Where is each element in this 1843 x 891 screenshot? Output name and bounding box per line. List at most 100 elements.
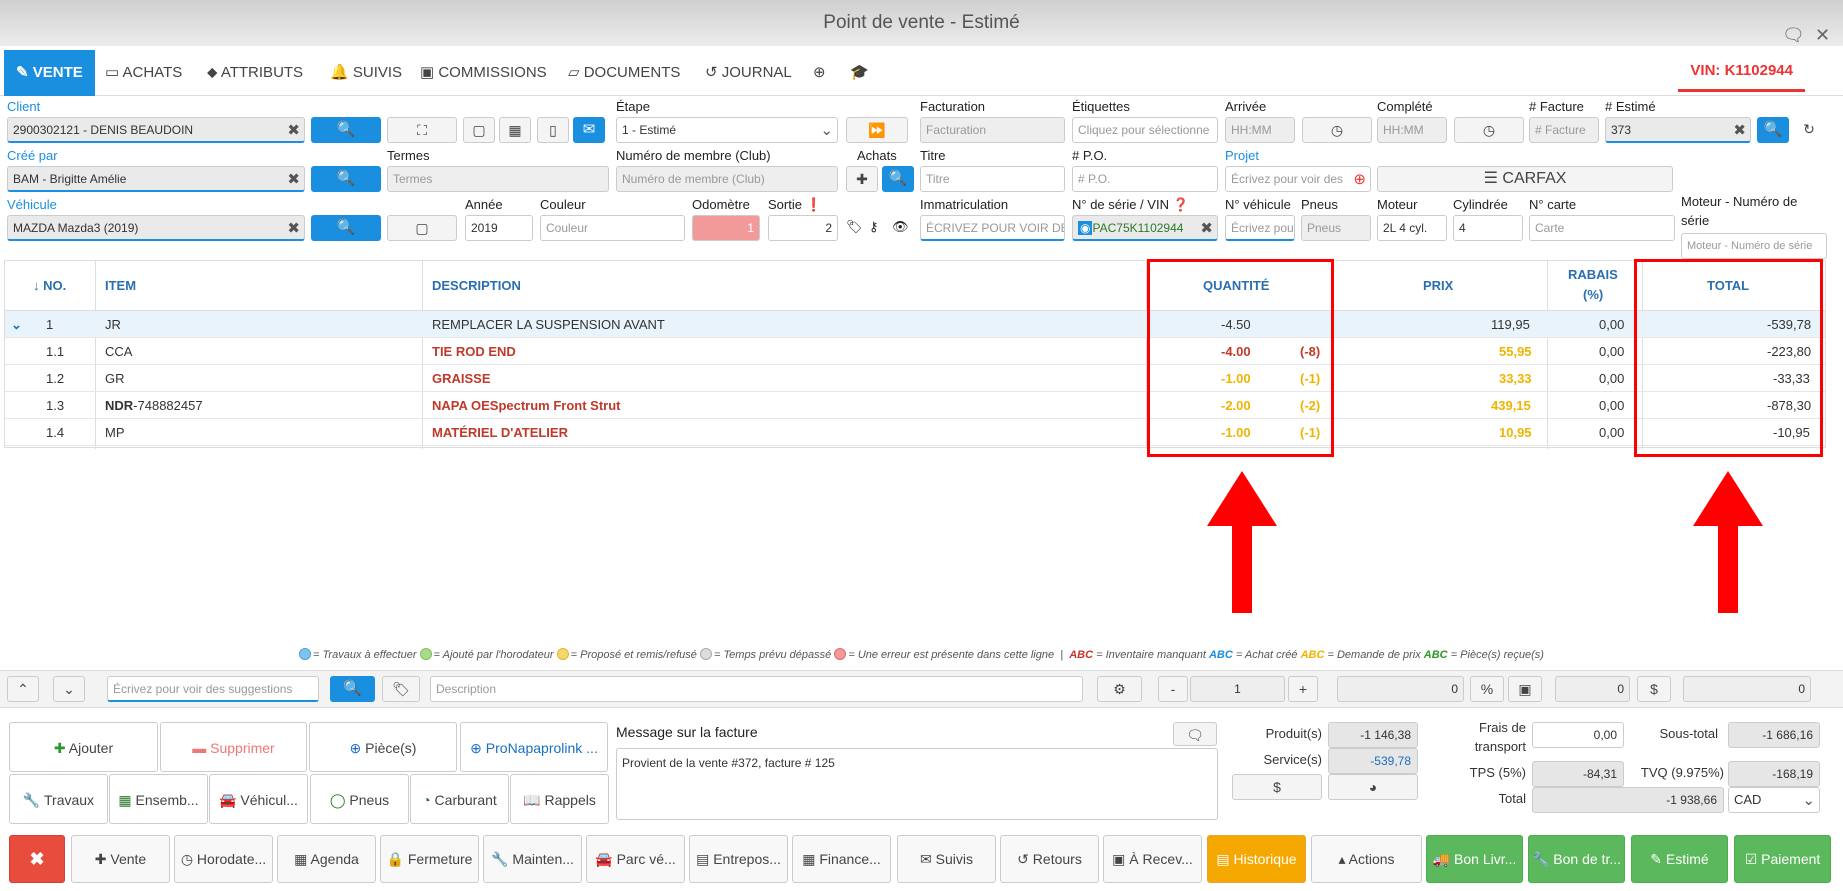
search-item-button[interactable]: 🔍 (330, 676, 375, 702)
table-row[interactable]: 1.4 MP MATÉRIEL D'ATELIER -1.00 (-1) 10,… (5, 419, 1825, 446)
serie-field[interactable]: ◉ PAC75K1102944 ✖ (1072, 215, 1218, 241)
currency-select[interactable]: CAD ⌄ (1728, 787, 1820, 813)
tab-suivis[interactable]: 🔔 SUIVIS (330, 50, 402, 96)
facturation-field[interactable]: Facturation (920, 117, 1065, 143)
dollar-icon[interactable]: $ (1232, 774, 1322, 800)
dollar-icon[interactable]: $ (1637, 676, 1671, 702)
tab-commissions[interactable]: ▣ COMMISSIONS (420, 50, 547, 96)
entreposage-button[interactable]: ▤ Entrepos... (689, 835, 788, 883)
col-no[interactable]: ↓ NO. (33, 278, 66, 293)
money-icon[interactable]: ▣ (1508, 676, 1542, 702)
bon-travail-button[interactable]: 🔧 Bon de tr... (1528, 835, 1625, 883)
fast-forward-icon[interactable]: ⏩ (846, 117, 908, 143)
pieces-button[interactable]: ⊕ Pièce(s) (309, 722, 457, 772)
ajouter-button[interactable]: ✚ Ajouter (9, 722, 158, 772)
suivis-button[interactable]: ✉ Suivis (897, 835, 996, 883)
vehicule-field[interactable]: MAZDA Mazda3 (2019) ✖ (7, 215, 305, 241)
message-textarea[interactable]: Provient de la vente #372, facture # 125 (616, 748, 1218, 820)
tab-journal[interactable]: ↺ JOURNAL (705, 50, 792, 96)
plus-icon[interactable]: ✚ (846, 166, 878, 192)
table-row[interactable]: 1.3 NDR-748882457 NAPA OESpectrum Front … (5, 392, 1825, 419)
moteur-serie-field[interactable]: Moteur - Numéro de série (1681, 233, 1827, 259)
minus-button[interactable]: - (1158, 676, 1188, 702)
maintenance-button[interactable]: 🔧 Mainten... (483, 835, 582, 883)
tab-attributs[interactable]: ⬥ ATTRIBUTS (207, 50, 303, 96)
retours-button[interactable]: ↺ Retours (1000, 835, 1099, 883)
carfax-button[interactable]: ☰ CARFAX (1377, 166, 1673, 192)
table-row[interactable]: 1.2 GR GRAISSE -1.00 (-1) 33,33 0,00 -33… (5, 365, 1825, 392)
binoculars-icon[interactable]: ⛶ (387, 117, 457, 143)
arrivee-field[interactable]: HH:MM (1225, 117, 1295, 143)
search-user-button[interactable]: 🔍 (311, 166, 381, 192)
ensemble-button[interactable]: ▦ Ensemb... (109, 774, 208, 824)
table-row[interactable]: 1.1 CCA TIE ROD END -4.00 (-8) 55,95 0,0… (5, 338, 1825, 365)
sortie-field[interactable]: 2 (768, 215, 838, 241)
eye-icon[interactable]: 👁 (892, 219, 909, 235)
historique-button[interactable]: ▤ Historique (1207, 835, 1306, 883)
cree-par-field[interactable]: BAM - Brigitte Amélie ✖ (7, 166, 305, 192)
bon-livraison-button[interactable]: 🚚 Bon Livr... (1426, 835, 1523, 883)
search-estime-button[interactable]: 🔍 (1757, 117, 1789, 143)
quantity-field[interactable]: 1 (1190, 676, 1285, 702)
table-row[interactable]: ⌄ 1 JR REMPLACER LA SUSPENSION AVANT -4.… (5, 311, 1825, 338)
pneus-button[interactable]: ◯ Pneus (310, 774, 409, 824)
suggest-input[interactable]: Écrivez pour voir des suggestions (107, 676, 319, 702)
gear-icon[interactable]: ⚙ (1097, 676, 1142, 702)
client-label[interactable]: Client (7, 99, 40, 114)
termes-field[interactable]: Termes (387, 166, 609, 192)
col-description[interactable]: DESCRIPTION (432, 278, 521, 293)
frais-field[interactable]: 0,00 (1532, 722, 1624, 748)
travaux-button[interactable]: 🔧 Travaux (9, 774, 108, 824)
odometre-field[interactable]: 1 (692, 215, 760, 241)
tab-documents[interactable]: ▱ DOCUMENTS (568, 50, 680, 96)
client-field[interactable]: 2900302121 - DENIS BEAUDOIN ✖ (7, 117, 305, 143)
pronapa-button[interactable]: ⊕ ProNapaprolink ... (460, 722, 608, 772)
couleur-field[interactable]: Couleur (540, 215, 685, 241)
immat-field[interactable]: ÉCRIVEZ POUR VOIR DES (920, 215, 1065, 241)
col-rabais[interactable]: RABAIS (1568, 267, 1618, 282)
discount-field[interactable]: 0 (1555, 676, 1630, 702)
etape-select[interactable]: 1 - Estimé ⌄ (616, 117, 838, 143)
vente-button[interactable]: ✚ Vente (71, 835, 170, 883)
actions-button[interactable]: ▴ Actions (1311, 835, 1422, 883)
globe-icon[interactable]: ⊕ (813, 50, 826, 96)
tab-vente[interactable]: ✎ VENTE (4, 50, 95, 96)
horodateur-button[interactable]: ◷ Horodate... (174, 835, 273, 883)
complete-field[interactable]: HH:MM (1377, 117, 1447, 143)
projet-label[interactable]: Projet (1225, 148, 1259, 163)
chevron-down-icon[interactable]: ⌄ (53, 676, 85, 702)
vehicule-label[interactable]: Véhicule (7, 197, 57, 212)
carte-field[interactable]: Carte (1529, 215, 1675, 241)
search-achats-button[interactable]: 🔍 (882, 166, 914, 192)
key-icon[interactable]: ⚷ (869, 219, 879, 235)
titre-field[interactable]: Titre (920, 166, 1065, 192)
comment-icon[interactable]: 🗨 (1173, 722, 1217, 746)
pneus-field[interactable]: Pneus (1301, 215, 1371, 241)
carburant-button[interactable]: ◔ Carburant (410, 774, 509, 824)
moteur-field[interactable]: 2L 4 cyl. (1377, 215, 1447, 241)
description-input[interactable]: Description (430, 676, 1083, 702)
price-field[interactable]: 0 (1337, 676, 1464, 702)
projet-field[interactable]: Écrivez pour voir des ⊕ (1225, 166, 1371, 192)
graduation-cap-icon[interactable]: 🎓 (850, 50, 869, 96)
financement-button[interactable]: ▦ Finance... (792, 835, 891, 883)
plus-button[interactable]: + (1288, 676, 1318, 702)
search-client-button[interactable]: 🔍 (311, 117, 381, 143)
pie-chart-icon[interactable]: ◕ (1328, 774, 1418, 800)
clock-icon[interactable]: ◷ (1302, 117, 1372, 143)
rappels-button[interactable]: 📖 Rappels (510, 774, 609, 824)
percent-icon[interactable]: % (1470, 676, 1504, 702)
paiement-button[interactable]: ☑ Paiement (1734, 835, 1831, 883)
search-vehicule-button[interactable]: 🔍 (311, 215, 381, 241)
estime-field[interactable]: 373 ✖ (1605, 117, 1751, 143)
facture-field[interactable]: # Facture (1529, 117, 1599, 143)
total-field[interactable]: 0 (1683, 676, 1811, 702)
fermeture-button[interactable]: 🔒 Fermeture (380, 835, 479, 883)
note-icon[interactable]: ▢ (387, 215, 457, 241)
note-icon[interactable]: ▢ (463, 117, 495, 143)
chevron-up-icon[interactable]: ⌃ (7, 676, 39, 702)
annee-field[interactable]: 2019 (465, 215, 533, 241)
close-button[interactable]: ✖ (9, 835, 65, 883)
tag-icon[interactable]: 🏷 (846, 219, 863, 235)
a-recevoir-button[interactable]: ▣ À Recev... (1103, 835, 1202, 883)
